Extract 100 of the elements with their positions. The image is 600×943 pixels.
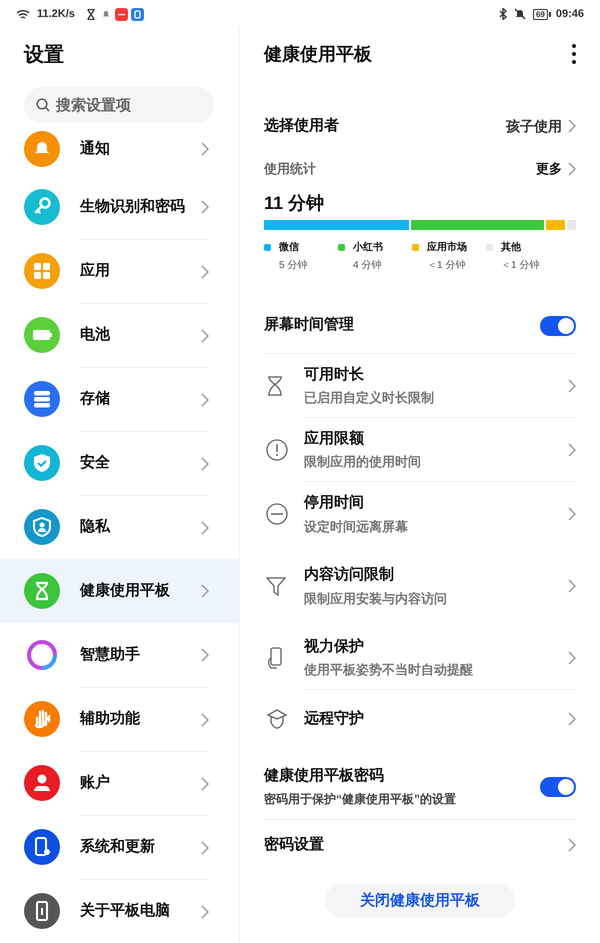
more-link[interactable]: 更多 <box>536 159 576 179</box>
app-icon <box>130 8 144 20</box>
setting-row[interactable]: 应用限额 限制应用的使用时间 <box>264 418 576 482</box>
chevron-icon <box>201 392 209 406</box>
setting-label: 屏幕时间管理 <box>264 315 355 336</box>
item-label: 智慧助手 <box>80 644 141 665</box>
hourglass-icon <box>266 376 284 396</box>
row-subtitle: 限制应用安装与内容访问 <box>304 590 448 608</box>
phone-hand-icon <box>266 646 284 670</box>
clock: 09:46 <box>556 6 584 22</box>
legend-label: 微信 <box>279 240 299 255</box>
chevron-icon <box>201 904 209 918</box>
setting-row[interactable]: 停用时间 设定时间远离屏幕 <box>264 482 576 546</box>
item-label: 关于平板电脑 <box>80 901 171 922</box>
chevron-icon <box>201 456 209 470</box>
key-icon <box>24 189 60 225</box>
legend-time: 4 分钟 <box>353 258 382 273</box>
chevron-icon <box>568 579 576 593</box>
item-label: 生物识别和密码 <box>80 196 186 217</box>
row-title: 停用时间 <box>304 493 365 513</box>
row-subtitle: 已启用自定义时长限制 <box>304 389 435 407</box>
search-icon <box>36 98 50 112</box>
section-title: 使用统计 <box>264 160 317 178</box>
row-title: 远程守护 <box>304 708 365 729</box>
chevron-icon <box>201 520 209 534</box>
chevron-icon <box>568 162 576 176</box>
sidebar-title: 设置 <box>22 43 65 68</box>
item-label: 通知 <box>80 138 111 159</box>
row-title: 视力保护 <box>304 636 365 656</box>
sidebar-item[interactable]: 健康使用平板 <box>0 559 239 623</box>
chevron-icon <box>201 264 209 278</box>
row-value: 孩子使用 <box>506 116 562 136</box>
setting-row[interactable]: 视力保护 使用平板姿势不当时自动提醒 <box>264 626 576 690</box>
chevron-icon <box>201 200 209 214</box>
more-icon[interactable] <box>572 44 576 64</box>
item-label: 辅助功能 <box>80 709 141 730</box>
ring-icon <box>24 637 60 673</box>
person-icon <box>24 765 60 801</box>
wifi-icon <box>16 8 30 20</box>
phone-gear-icon <box>24 829 60 865</box>
info-icon <box>24 893 60 929</box>
chevron-icon <box>568 507 576 521</box>
legend-time: ＜1 分钟 <box>427 258 466 273</box>
row-title: 内容访问限制 <box>304 565 395 585</box>
item-label: 系统和更新 <box>80 837 156 858</box>
chevron-icon <box>568 119 576 133</box>
chevron-icon <box>568 650 576 664</box>
total-time: 11 分钟 <box>264 192 326 215</box>
chevron-icon <box>201 712 209 726</box>
toggle-switch[interactable] <box>540 776 576 796</box>
setting-label: 健康使用平板密码 <box>264 766 385 786</box>
grid-icon <box>24 253 60 289</box>
shield-person-icon <box>24 509 60 545</box>
item-label: 应用 <box>80 261 111 282</box>
legend-time: 5 分钟 <box>279 258 308 273</box>
row-subtitle: 设定时间远离屏幕 <box>304 518 409 536</box>
storage-icon <box>24 381 60 417</box>
chevron-icon <box>201 840 209 854</box>
hand-icon <box>24 701 60 737</box>
bell-icon <box>102 10 110 18</box>
setting-description: 密码用于保护“健康使用平板”的设置 <box>264 790 457 808</box>
setting-row[interactable]: 内容访问限制 限制应用安装与内容访问 <box>264 546 576 626</box>
chevron-icon <box>201 648 209 662</box>
battery-icon <box>24 317 60 353</box>
chevron-icon <box>568 442 576 456</box>
toggle-switch[interactable] <box>540 316 576 336</box>
item-label: 健康使用平板 <box>80 580 171 601</box>
setting-row[interactable]: 远程守护 <box>264 690 576 748</box>
row-subtitle: 限制应用的使用时间 <box>304 453 422 471</box>
legend-label: 其他 <box>501 240 521 255</box>
bluetooth-icon <box>498 8 508 20</box>
setting-row[interactable]: 可用时长 已启用自定义时长限制 <box>264 354 576 418</box>
hourglass-icon <box>86 8 95 20</box>
chevron-icon <box>201 584 209 598</box>
hourglass-icon <box>24 573 60 609</box>
battery-level: 69 <box>532 8 548 20</box>
bell-icon <box>24 131 60 167</box>
setting-row[interactable]: 密码设置 <box>264 820 576 870</box>
network-speed: 11.2K/s <box>37 6 75 22</box>
chevron-icon <box>201 142 209 156</box>
muted-bell-icon <box>514 8 526 20</box>
row-subtitle: 使用平板姿势不当时自动提醒 <box>304 661 474 679</box>
item-label: 安全 <box>80 453 111 474</box>
shield-check-icon <box>24 445 60 481</box>
legend-time: ＜1 分钟 <box>501 258 540 273</box>
legend-label: 小红书 <box>353 240 383 255</box>
item-label: 电池 <box>80 325 112 346</box>
row-title: 应用限额 <box>304 428 365 448</box>
item-label: 存储 <box>80 389 111 410</box>
minus-circle-icon <box>266 503 288 525</box>
row-title: 可用时长 <box>304 364 365 384</box>
item-label: 隐私 <box>80 517 112 538</box>
user-row[interactable]: 选择使用者 孩子使用 <box>264 100 576 152</box>
chevron-icon <box>201 776 209 790</box>
legend-label: 应用市场 <box>427 240 467 255</box>
alert-icon <box>266 439 288 461</box>
chevron-icon <box>568 378 576 392</box>
filter-icon <box>266 576 286 596</box>
item-label: 账户 <box>80 773 111 794</box>
close-feature-button[interactable]: 关闭健康使用平板 <box>325 884 515 918</box>
